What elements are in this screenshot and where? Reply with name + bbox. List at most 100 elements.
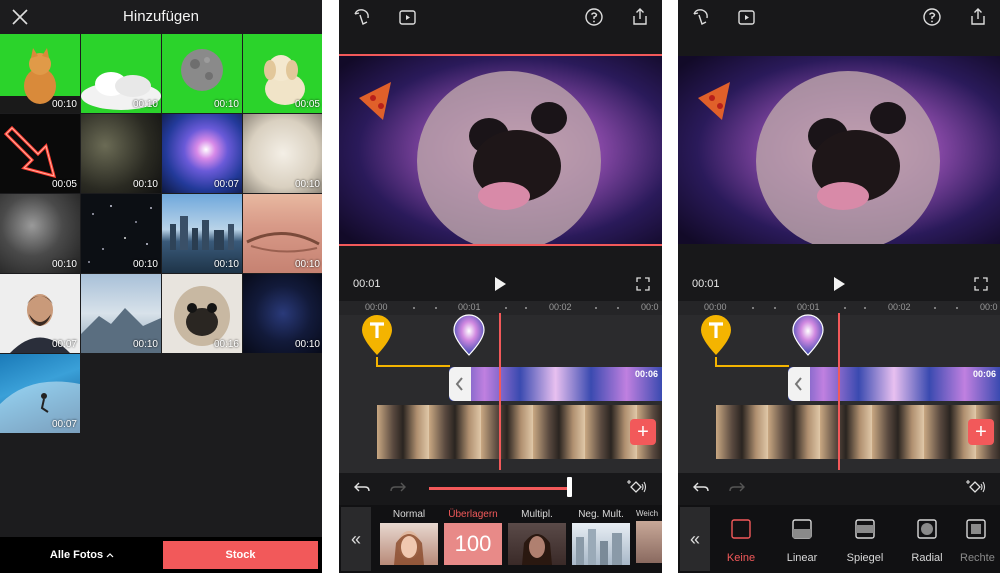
chevron-left-icon	[794, 377, 802, 391]
fullscreen-icon[interactable]	[974, 277, 988, 291]
timeline[interactable]: 00:00 00:01 00:02 00:0 00:06 +	[339, 301, 662, 473]
collapse-button[interactable]: «	[341, 507, 371, 571]
add-clip-button[interactable]: +	[968, 419, 994, 445]
pug-galaxy-preview	[339, 56, 662, 244]
share-icon[interactable]	[967, 6, 989, 28]
blend-label: Multipl.	[521, 509, 553, 520]
keyframe-icon[interactable]	[964, 479, 986, 495]
media-layer-pin[interactable]	[452, 313, 486, 357]
mask-mirror[interactable]: Spiegel	[836, 519, 894, 564]
media-item-particles[interactable]: 00:10	[81, 194, 161, 273]
blend-overlay[interactable]: Überlagern 100	[444, 509, 502, 565]
collapse-button[interactable]: «	[680, 507, 710, 571]
video-preview[interactable]	[339, 56, 662, 244]
duration-label: 00:10	[51, 259, 77, 270]
playhead[interactable]	[838, 313, 840, 470]
ruler-dot	[864, 307, 866, 309]
opacity-slider-track[interactable]	[429, 487, 569, 490]
picker-footer: Alle Fotos Stock	[0, 537, 322, 573]
media-item-smoke[interactable]: 00:10	[0, 194, 80, 273]
edit-controls-row	[678, 475, 1000, 501]
help-icon[interactable]	[583, 6, 605, 28]
blend-preview	[636, 521, 662, 563]
preview-icon[interactable]	[397, 6, 419, 28]
duration-label: 00:10	[132, 339, 158, 350]
mask-radial[interactable]: Radial	[898, 519, 956, 564]
stock-label: Stock	[225, 549, 256, 561]
blend-screen[interactable]: Neg. Mult.	[572, 509, 630, 565]
media-item-cat[interactable]: 00:10	[0, 34, 80, 113]
media-item-galaxy[interactable]: 00:07	[162, 114, 242, 193]
back-gesture-icon[interactable]	[690, 6, 712, 28]
duration-label: 00:10	[294, 339, 320, 350]
overlay-clip[interactable]: 00:06	[449, 367, 662, 401]
media-item-pug[interactable]: 00:16	[162, 274, 242, 353]
media-item-eye[interactable]: 00:10	[243, 194, 322, 273]
mask-label: Spiegel	[846, 552, 884, 564]
duration-label: 00:10	[132, 179, 158, 190]
preview-icon[interactable]	[736, 6, 758, 28]
media-item-dark-smoke[interactable]: 00:10	[243, 274, 322, 353]
mask-bar: « Keine Linear Spiegel Radial Rechte	[678, 505, 1000, 573]
mask-label: Radial	[911, 552, 943, 564]
media-item-puppy[interactable]: 00:05	[243, 34, 322, 113]
mask-rectangle[interactable]: Rechte	[960, 519, 1000, 564]
media-layer-pin[interactable]	[791, 313, 825, 357]
mask-none-icon	[731, 519, 751, 539]
media-item-mountain[interactable]: 00:10	[81, 274, 161, 353]
blend-normal[interactable]: Normal	[380, 509, 438, 565]
video-preview[interactable]	[678, 56, 1000, 244]
redo-icon[interactable]	[389, 479, 407, 495]
play-icon[interactable]	[830, 275, 848, 293]
undo-icon[interactable]	[692, 479, 710, 495]
duration-label: 00:10	[51, 99, 77, 110]
mask-radial-icon	[917, 519, 937, 539]
share-icon[interactable]	[629, 6, 651, 28]
text-layer-pin[interactable]	[360, 313, 394, 357]
fullscreen-icon[interactable]	[636, 277, 650, 291]
undo-icon[interactable]	[353, 479, 371, 495]
media-item-neon-arrow[interactable]: 00:05	[0, 114, 80, 193]
media-item-surfer[interactable]: 00:07	[0, 354, 80, 433]
add-clip-button[interactable]: +	[630, 419, 656, 445]
media-item-city[interactable]: 00:10	[162, 194, 242, 273]
blend-label: Normal	[392, 509, 426, 520]
ruler-dot	[956, 307, 958, 309]
media-item-bokeh[interactable]: 00:10	[81, 114, 161, 193]
back-gesture-icon[interactable]	[351, 6, 373, 28]
blend-preview	[508, 523, 566, 565]
clip-trim-handle[interactable]	[449, 367, 471, 401]
media-item-light-texture[interactable]: 00:10	[243, 114, 322, 193]
pug-galaxy-preview	[678, 56, 1000, 244]
preview-bottom-border	[339, 244, 662, 246]
opacity-slider-thumb[interactable]	[567, 477, 572, 497]
play-icon[interactable]	[491, 275, 509, 293]
stock-button[interactable]: Stock	[163, 541, 318, 569]
blend-preview-selected: 100	[444, 523, 502, 565]
help-icon[interactable]	[921, 6, 943, 28]
redo-icon[interactable]	[728, 479, 746, 495]
media-item-cloud[interactable]: 00:10	[81, 34, 161, 113]
text-layer-connector	[376, 357, 450, 367]
blend-multiply[interactable]: Multipl.	[508, 509, 566, 565]
blend-soft[interactable]: Weich	[636, 509, 662, 563]
media-item-moon[interactable]: 00:10	[162, 34, 242, 113]
main-video-clip[interactable]	[377, 405, 662, 459]
blend-preview	[572, 523, 630, 565]
duration-label: 00:07	[51, 339, 77, 350]
clip-trim-handle[interactable]	[788, 367, 810, 401]
mask-linear[interactable]: Linear	[773, 519, 831, 564]
blend-label: Weich	[636, 509, 659, 518]
chevron-left-icon	[455, 377, 463, 391]
all-photos-button[interactable]: Alle Fotos	[4, 541, 160, 569]
playhead[interactable]	[499, 313, 501, 470]
overlay-clip[interactable]: 00:06	[788, 367, 1000, 401]
media-item-man[interactable]: 00:07	[0, 274, 80, 353]
duration-label: 00:05	[294, 99, 320, 110]
main-video-clip[interactable]	[716, 405, 1000, 459]
timeline[interactable]: 00:00 00:01 00:02 00:0 00:06 +	[678, 301, 1000, 473]
keyframe-icon[interactable]	[625, 479, 647, 495]
mask-none[interactable]: Keine	[712, 519, 770, 564]
text-layer-pin[interactable]	[699, 313, 733, 357]
duration-label: 00:10	[132, 99, 158, 110]
